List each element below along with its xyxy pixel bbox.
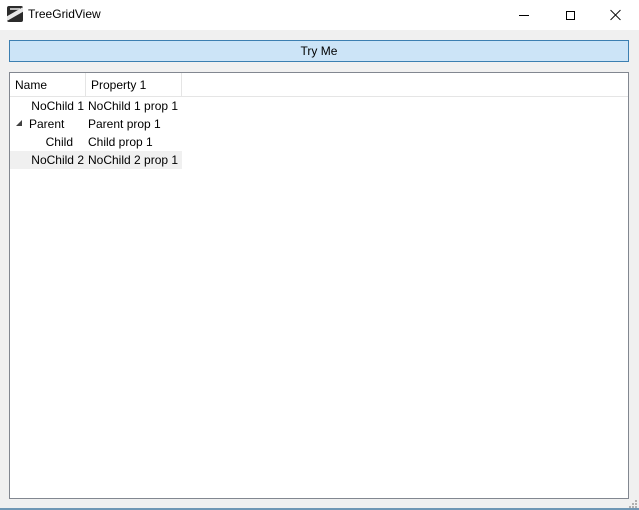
resize-grip-icon[interactable]: [627, 498, 637, 508]
row-property-cell[interactable]: Child prop 1: [88, 133, 153, 151]
app-icon[interactable]: [7, 6, 23, 22]
tree-row[interactable]: NoChild 1 NoChild 1 prop 1: [10, 97, 182, 115]
tree-row-selected[interactable]: NoChild 2 NoChild 2 prop 1: [10, 151, 182, 169]
window-title: TreeGridView: [28, 7, 101, 21]
try-me-button[interactable]: Try Me: [9, 40, 629, 62]
tree-row-child[interactable]: Child Child prop 1: [10, 133, 182, 151]
child-name-container: Child: [10, 133, 84, 151]
row-property-cell[interactable]: NoChild 2 prop 1: [88, 151, 178, 169]
close-icon: [610, 9, 622, 21]
column-header-property-1-label: Property 1: [91, 77, 147, 92]
column-header-property-1[interactable]: Property 1: [86, 73, 182, 96]
app-window: TreeGridView Try Me Name Property 1 NoCh…: [0, 0, 639, 510]
close-button[interactable]: [593, 0, 639, 30]
column-header-name[interactable]: Name: [10, 73, 86, 96]
maximize-icon: [565, 10, 575, 20]
grid-header: Name Property 1: [10, 73, 628, 97]
title-bar[interactable]: TreeGridView: [0, 0, 639, 30]
tree-grid-view[interactable]: Name Property 1 NoChild 1 NoChild 1 prop…: [9, 72, 629, 499]
row-property-cell[interactable]: Parent prop 1: [88, 115, 161, 133]
minimize-icon: [519, 14, 529, 16]
maximize-button[interactable]: [547, 0, 593, 30]
row-name-cell[interactable]: Child: [46, 133, 73, 151]
tree-row[interactable]: Parent Parent prop 1: [10, 115, 182, 133]
expand-collapse-icon[interactable]: [16, 120, 22, 126]
minimize-button[interactable]: [501, 0, 547, 30]
row-name-cell[interactable]: NoChild 2: [10, 151, 84, 169]
row-property-cell[interactable]: NoChild 1 prop 1: [88, 97, 178, 115]
row-name-cell[interactable]: NoChild 1: [10, 97, 84, 115]
column-header-name-label: Name: [15, 77, 48, 92]
row-name-cell[interactable]: Parent: [29, 115, 64, 133]
